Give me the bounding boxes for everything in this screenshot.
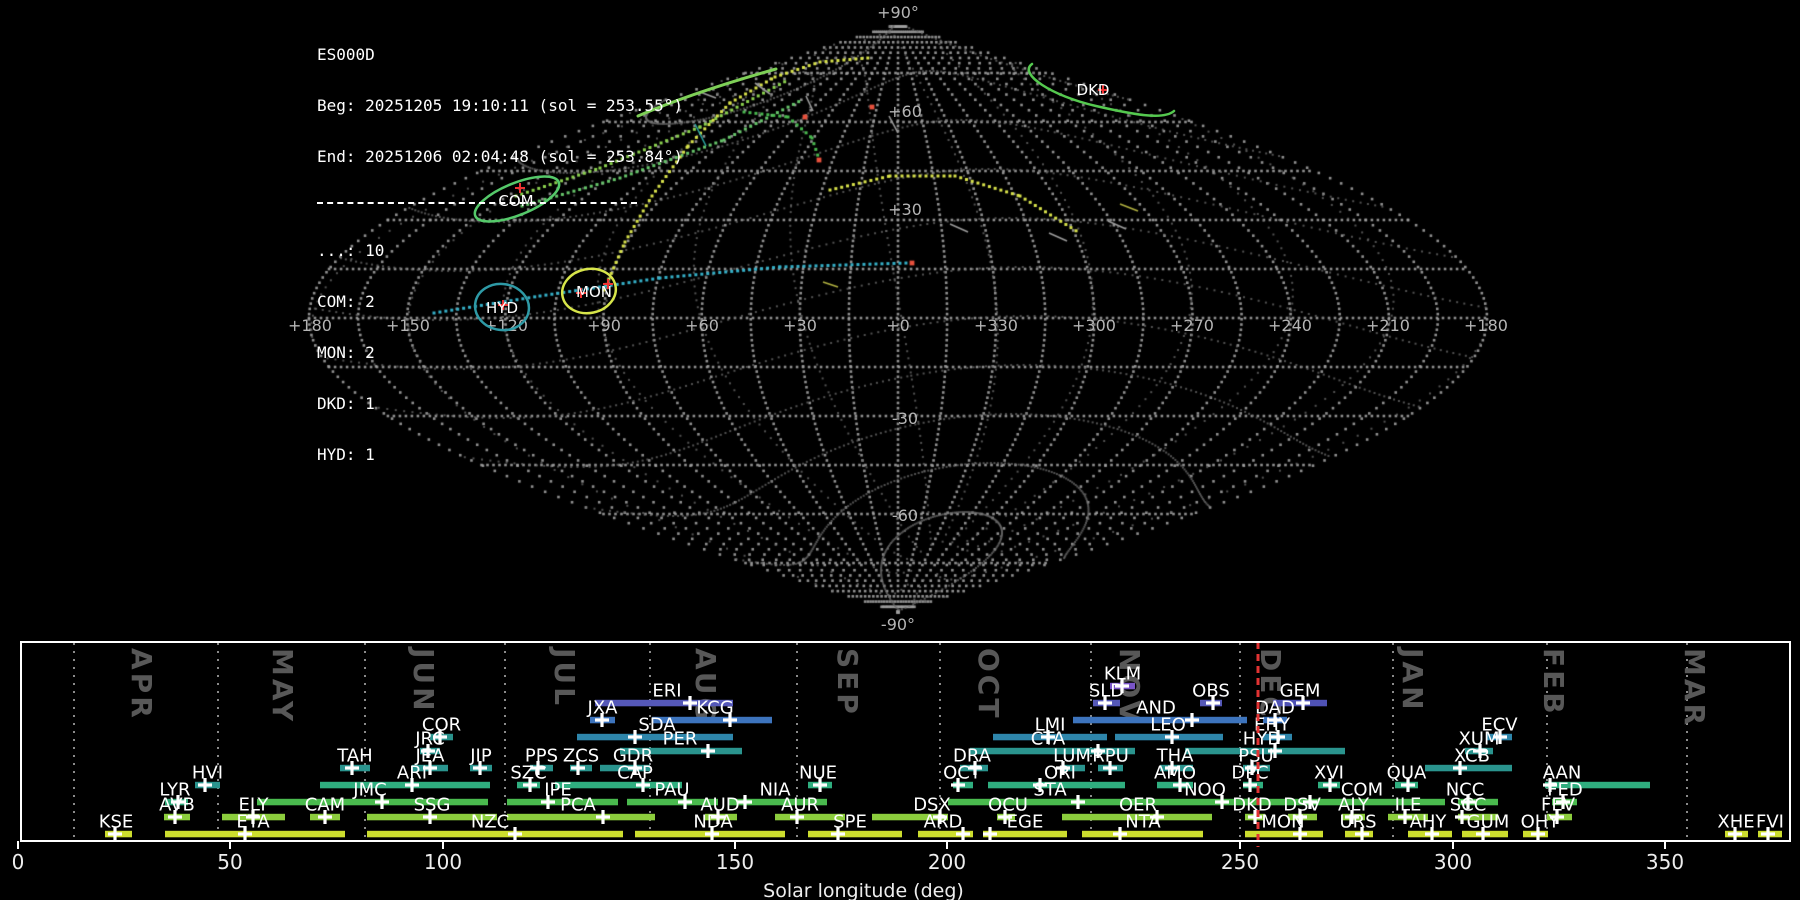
- latitude-label: +60: [888, 102, 922, 121]
- shower-label-ahy: AHY: [1410, 812, 1448, 833]
- shower-label-nzc: NZC: [471, 812, 509, 833]
- longitude-label: +180: [1464, 316, 1508, 335]
- shower-label-noo: NOO: [1184, 780, 1226, 801]
- month-label-jan: JAN: [1396, 646, 1429, 713]
- shower-peak-marker: [738, 795, 752, 809]
- shower-label-nta: NTA: [1125, 812, 1161, 833]
- month-label-sep: SEP: [831, 648, 864, 717]
- shower-label-urs: URS: [1339, 812, 1376, 833]
- month-label-oct: OCT: [972, 648, 1005, 720]
- shower-label-aur: AUR: [781, 795, 819, 816]
- month-label-mar: MAR: [1678, 648, 1711, 728]
- activity-timeline-chart: APR MAY JUN JUL AUG SEP OCT NOV DEC JAN FEB MARKLME…: [12, 641, 1791, 900]
- shower-label-hvi: HVI: [192, 763, 223, 784]
- count-dkd: DKD: 1: [317, 394, 375, 413]
- shower-label-zcs: ZCS: [563, 746, 599, 767]
- axis-tick-label: 200: [928, 850, 966, 874]
- shower-label-oct: OCT: [943, 763, 982, 784]
- longitude-label: +30: [783, 316, 817, 335]
- radiant-label-dkd: DKD: [1077, 81, 1110, 99]
- latitude-label: -90°: [881, 615, 915, 634]
- shower-label-kcg: KCG: [696, 698, 733, 719]
- station-id: ES000D: [317, 45, 375, 64]
- longitude-label: +300: [1072, 316, 1116, 335]
- shower-label-pca: PCA: [560, 795, 596, 816]
- shower-label-ssg: SSG: [414, 795, 451, 816]
- axis-tick-label: 250: [1221, 850, 1259, 874]
- shower-label-mon: MON: [1261, 812, 1304, 833]
- longitude-label: +330: [974, 316, 1018, 335]
- month-label-may: MAY: [266, 648, 299, 724]
- count-hyd: HYD: 1: [317, 445, 375, 464]
- shower-label-ohy: OHY: [1521, 812, 1561, 833]
- count-mon: MON: 2: [317, 343, 375, 362]
- month-label-jul: JUL: [548, 646, 581, 708]
- end-time: End: 20251206 02:04:48 (sol = 253.84°): [317, 147, 684, 166]
- shower-label-tah: TAH: [336, 746, 372, 767]
- axis-tick-label: 350: [1646, 850, 1684, 874]
- x-axis-title: Solar longitude (deg): [763, 880, 964, 900]
- sky-map-overlay: +90°+60+30-30-60-90°+180 +150 +120 +90 +60 +3…: [288, 3, 1508, 634]
- meteor-observation-screen: +90° +60 +30 -30 -60 -90° +180 +150 +120 +90 +60 +3…: [0, 0, 1800, 900]
- shower-label-eta: ETA: [236, 812, 270, 833]
- shower-label-leo: LEO: [1150, 715, 1186, 736]
- month-label-feb: FEB: [1537, 648, 1570, 717]
- latitude-label: -30: [892, 409, 918, 428]
- shower-label-fvi: FVI: [1756, 812, 1784, 833]
- axis-tick-label: 300: [1434, 850, 1472, 874]
- longitude-label: +210: [1366, 316, 1410, 335]
- count-com: COM: 2: [317, 292, 375, 311]
- shower-label-ege: EGE: [1007, 812, 1044, 833]
- axis-tick-label: 150: [716, 850, 754, 874]
- shower-label-ard: ARD: [924, 812, 963, 833]
- shower-peak-marker: [1071, 795, 1085, 809]
- latitude-label: +30: [888, 200, 922, 219]
- shower-peak-marker: [1185, 713, 1199, 727]
- begin-time: Beg: 20251205 19:10:11 (sol = 253.55°): [317, 96, 684, 115]
- shower-label-sta: STA: [1033, 780, 1067, 801]
- shower-label-avb: AVB: [159, 795, 195, 816]
- shower-peak-marker: [983, 827, 997, 841]
- shower-label-nue: NUE: [799, 763, 837, 784]
- longitude-label: +240: [1268, 316, 1312, 335]
- axis-tick-label: 50: [217, 850, 242, 874]
- latitude-label: -60: [892, 506, 918, 525]
- longitude-label: +270: [1170, 316, 1214, 335]
- axis-tick-label: 0: [12, 850, 25, 874]
- shower-label-obs: OBS: [1192, 681, 1230, 702]
- axis-tick-label: 100: [424, 850, 462, 874]
- longitude-label: +60: [685, 316, 719, 335]
- observation-header: ES000D Beg: 20251205 19:10:11 (sol = 253…: [317, 12, 683, 497]
- month-label-apr: APR: [125, 648, 158, 721]
- shower-label-cap: CAP: [617, 763, 653, 784]
- shower-peak-marker: [596, 810, 610, 824]
- shower-peak-marker: [701, 744, 715, 758]
- longitude-label: +0: [886, 316, 910, 335]
- shower-label-eri: ERI: [652, 681, 681, 702]
- shower-label-gum: GUM: [1467, 812, 1510, 833]
- month-label-jun: JUN: [407, 646, 440, 714]
- shower-peak-marker: [508, 827, 522, 841]
- count-unclassified: ...: 10: [317, 241, 385, 260]
- shower-label-per: PER: [663, 729, 698, 750]
- header-separator: [317, 202, 637, 204]
- latitude-label: +90°: [877, 3, 919, 22]
